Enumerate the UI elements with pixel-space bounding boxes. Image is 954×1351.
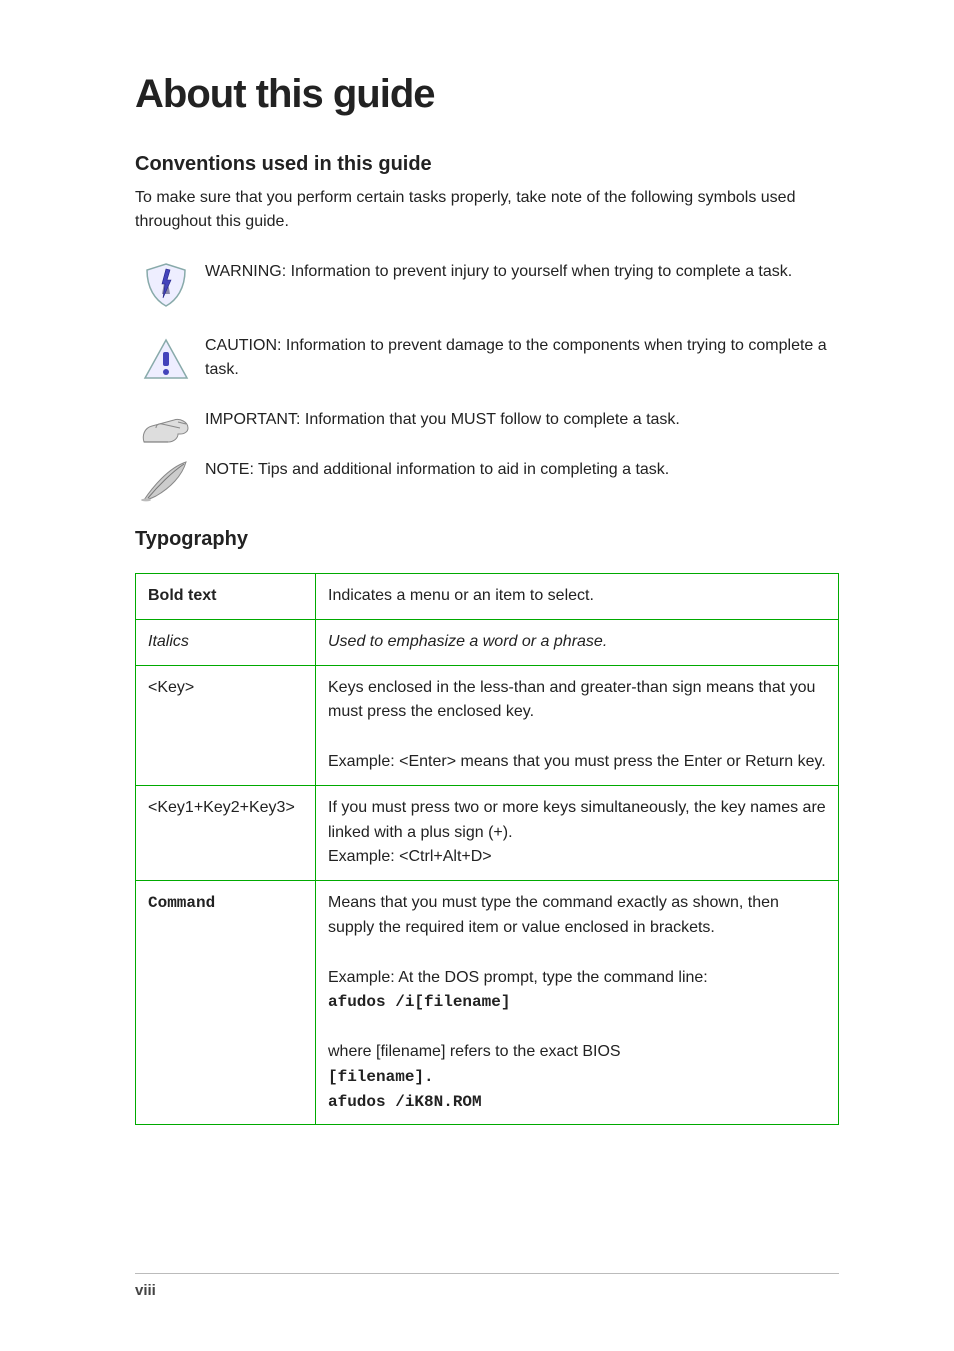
table-row: <Key1+Key2+Key3> If you must press two o… <box>136 785 839 880</box>
typo-right: Keys enclosed in the less-than and great… <box>316 665 839 785</box>
feather-icon <box>138 458 194 504</box>
table-row: <Key> Keys enclosed in the less-than and… <box>136 665 839 785</box>
convention-warning: WARNING: Information to prevent injury t… <box>135 260 839 310</box>
convention-desc: Information to prevent damage to the com… <box>205 337 827 378</box>
convention-name: NOTE: <box>205 461 254 478</box>
typo-left: <Key1+Key2+Key3> <box>136 785 316 880</box>
warning-icon <box>141 260 191 310</box>
convention-name: IMPORTANT: <box>205 411 300 428</box>
convention-name: WARNING: <box>205 263 286 280</box>
typo-left: <Key> <box>136 665 316 785</box>
convention-note: NOTE: Tips and additional information to… <box>135 458 839 504</box>
page-title: About this guide <box>135 72 839 117</box>
typo-left: Bold text <box>136 574 316 620</box>
typo-right: Means that you must type the command exa… <box>316 881 839 1125</box>
typo-right: If you must press two or more keys simul… <box>316 785 839 880</box>
convention-caution: CAUTION: Information to prevent damage t… <box>135 334 839 384</box>
typography-heading: Typography <box>135 528 839 551</box>
table-row: Bold text Indicates a menu or an item to… <box>136 574 839 620</box>
convention-desc: Information to prevent injury to yoursel… <box>286 263 792 280</box>
typo-left: Italics <box>136 619 316 665</box>
typo-right: Used to emphasize a word or a phrase. <box>316 619 839 665</box>
typo-left: Command <box>136 881 316 1125</box>
typography-table: Bold text Indicates a menu or an item to… <box>135 573 839 1125</box>
convention-desc: Tips and additional information to aid i… <box>254 461 669 478</box>
table-row: Italics Used to emphasize a word or a ph… <box>136 619 839 665</box>
conventions-heading: Conventions used in this guide <box>135 153 839 176</box>
hand-icon <box>138 408 194 448</box>
conventions-intro: To make sure that you perform certain ta… <box>135 186 839 234</box>
table-row: Command Means that you must type the com… <box>136 881 839 1125</box>
typo-right: Indicates a menu or an item to select. <box>316 574 839 620</box>
convention-important: IMPORTANT: Information that you MUST fol… <box>135 408 839 448</box>
caution-icon <box>141 334 191 384</box>
page-footer: viii <box>135 1273 839 1299</box>
convention-desc: Information that you MUST follow to comp… <box>300 411 679 428</box>
convention-name: CAUTION: <box>205 337 281 354</box>
